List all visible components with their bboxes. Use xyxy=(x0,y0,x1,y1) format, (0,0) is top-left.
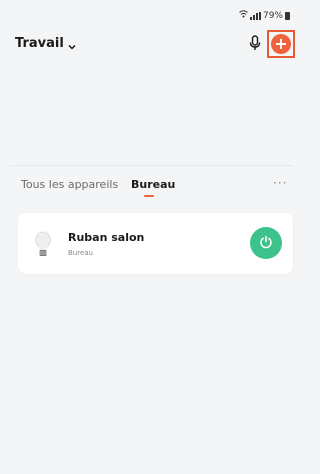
bulb-icon xyxy=(34,231,52,259)
device-name: Ruban salon xyxy=(68,231,145,244)
chevron-down-icon xyxy=(68,40,76,50)
device-room: Bureau xyxy=(68,249,93,257)
power-button[interactable] xyxy=(250,227,282,259)
plus-icon: + xyxy=(274,34,288,53)
top-bar: Travail + xyxy=(15,30,295,58)
tab-all-devices[interactable]: Tous les appareils xyxy=(21,178,118,191)
battery-icon xyxy=(285,11,290,20)
battery-percent: 79% xyxy=(262,10,283,21)
wifi-icon xyxy=(239,10,248,21)
active-tab-indicator xyxy=(144,195,154,197)
divider xyxy=(10,165,293,166)
more-options-icon[interactable]: ··· xyxy=(273,176,293,190)
home-selector[interactable]: Travail xyxy=(15,36,76,51)
tab-bureau[interactable]: Bureau xyxy=(131,178,175,191)
device-card[interactable]: Ruban salon Bureau xyxy=(18,213,293,274)
add-device-button[interactable]: + xyxy=(271,34,291,54)
room-tabs: Tous les appareils Bureau ··· xyxy=(21,176,293,202)
home-name: Travail xyxy=(15,36,64,51)
add-device-highlight: + xyxy=(267,30,295,58)
power-icon xyxy=(259,234,273,253)
microphone-icon xyxy=(249,35,261,55)
microphone-button[interactable] xyxy=(245,34,265,56)
status-bar: 79% xyxy=(239,10,290,21)
signal-icon xyxy=(249,11,261,20)
